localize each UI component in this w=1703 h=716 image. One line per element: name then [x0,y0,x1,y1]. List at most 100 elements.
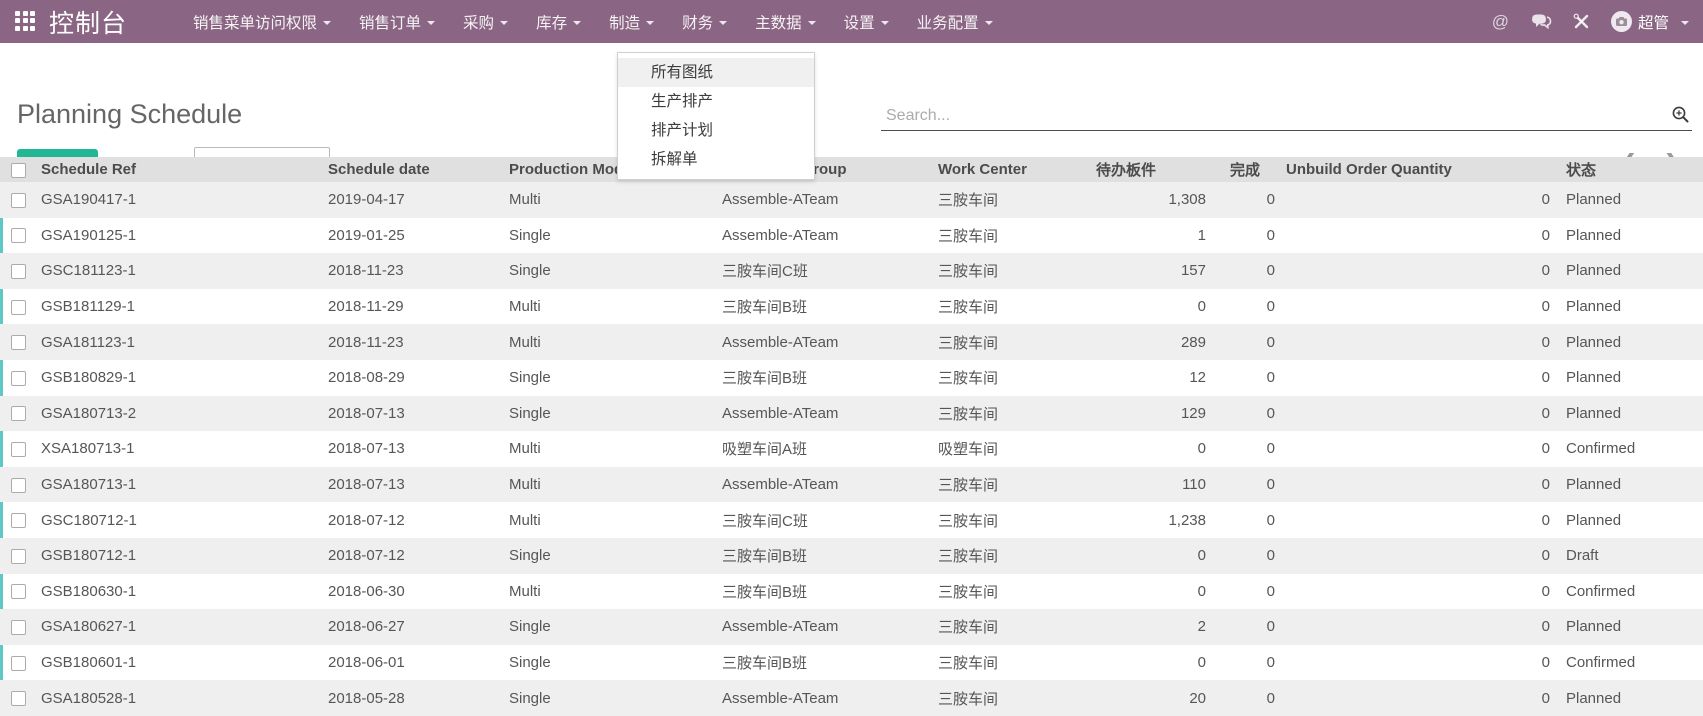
cell-done: 0 [1210,431,1280,467]
cell-production-mode: Single [503,609,716,645]
control-panel: Planning Schedule CREATE IMPORT Schedule… [0,43,1703,157]
cell-work-center: 吸塑车间 [932,431,1090,467]
table-row[interactable]: GSB180829-12018-08-29Single三胺车间B班三胺车间120… [0,360,1703,396]
row-checkbox[interactable] [11,228,26,243]
row-checkbox[interactable] [11,656,26,671]
top-menu-item-8[interactable]: 设置 [844,11,889,33]
brand-title[interactable]: 控制台 [49,4,127,40]
cell-schedule-ref: GSA180713-2 [35,396,322,432]
cell-group: 三胺车间C班 [716,253,932,289]
top-menu-item-7[interactable]: 主数据 [755,11,816,33]
search-view [881,101,1692,131]
top-menu-item-5[interactable]: 制造 [609,11,654,33]
table-row[interactable]: GSB180601-12018-06-01Single三胺车间B班三胺车间000… [0,645,1703,681]
row-checkbox-cell [0,253,35,289]
cell-work-center: 三胺车间 [932,609,1090,645]
dropdown-item-3[interactable]: 排产计划 [618,116,814,145]
table-row[interactable]: XSA180713-12018-07-13Multi吸塑车间A班吸塑车间000C… [0,431,1703,467]
user-menu[interactable]: 超管 [1611,11,1689,33]
table-row[interactable]: GSC180712-12018-07-12Multi三胺车间C班三胺车间1,23… [0,502,1703,538]
row-checkbox-cell [0,538,35,574]
column-header-5[interactable]: Work Center [932,157,1090,182]
row-checkbox-cell [0,218,35,254]
top-menu-item-9[interactable]: 业务配置 [917,11,993,33]
column-header-7[interactable]: 完成 [1210,157,1280,182]
cell-status: Planned [1560,609,1703,645]
select-all-checkbox[interactable] [11,163,26,178]
row-checkbox[interactable] [11,620,26,635]
search-input[interactable] [886,103,1626,129]
row-checkbox-cell [0,680,35,716]
row-checkbox[interactable] [11,335,26,350]
cell-done: 0 [1210,467,1280,503]
table-row[interactable]: GSA180627-12018-06-27SingleAssemble-ATea… [0,609,1703,645]
chevron-down-icon [323,21,331,25]
schedule-table-head-row: Schedule RefSchedule dateProduction Mode… [0,157,1703,182]
row-checkbox[interactable] [11,549,26,564]
cell-production-mode: Multi [503,502,716,538]
cell-work-center: 三胺车间 [932,538,1090,574]
cell-status: Planned [1560,467,1703,503]
row-checkbox-cell [0,609,35,645]
row-checkbox[interactable] [11,300,26,315]
dropdown-item-4[interactable]: 拆解单 [618,145,814,174]
row-checkbox[interactable] [11,406,26,421]
cell-status: Confirmed [1560,645,1703,681]
table-row[interactable]: GSA181123-12018-11-23MultiAssemble-ATeam… [0,324,1703,360]
top-navbar: 控制台 销售菜单访问权限 销售订单 采购 库存 制造 财务 主数据 设置 业务配置 @ [0,0,1703,43]
row-checkbox[interactable] [11,584,26,599]
cell-group: Assemble-ATeam [716,218,932,254]
table-row[interactable]: GSA180713-12018-07-13MultiAssemble-ATeam… [0,467,1703,503]
messages-icon[interactable] [1530,13,1552,30]
row-checkbox[interactable] [11,442,26,457]
cell-unbuild-order-qty: 0 [1280,538,1560,574]
top-menu-item-2[interactable]: 销售订单 [359,11,435,33]
cell-unbuild-order-qty: 0 [1280,502,1560,538]
cell-group: 三胺车间C班 [716,502,932,538]
table-row[interactable]: GSA190125-12019-01-25SingleAssemble-ATea… [0,218,1703,254]
column-header-6[interactable]: 待办板件 [1090,157,1210,182]
row-checkbox-cell [0,502,35,538]
table-row[interactable]: GSA190417-12019-04-17MultiAssemble-ATeam… [0,182,1703,218]
table-row[interactable]: GSB180630-12018-06-30Multi三胺车间B班三胺车间000C… [0,574,1703,610]
row-checkbox[interactable] [11,264,26,279]
dropdown-item-2[interactable]: 生产排产 [618,87,814,116]
cell-done: 0 [1210,680,1280,716]
cell-schedule-date: 2018-11-23 [322,253,503,289]
row-checkbox[interactable] [11,193,26,208]
top-menu-label: 采购 [463,11,494,33]
top-menu-item-1[interactable]: 销售菜单访问权限 [193,11,331,33]
column-header-1[interactable]: Schedule Ref [35,157,322,182]
column-header-8[interactable]: Unbuild Order Quantity [1280,157,1560,182]
cell-group: 三胺车间B班 [716,289,932,325]
top-menu-item-6[interactable]: 财务 [682,11,727,33]
cell-unbuild-order-qty: 0 [1280,645,1560,681]
cell-schedule-ref: GSB180712-1 [35,538,322,574]
table-row[interactable]: GSB181129-12018-11-29Multi三胺车间B班三胺车间000P… [0,289,1703,325]
top-menu-item-3[interactable]: 采购 [463,11,508,33]
table-row[interactable]: GSA180528-12018-05-28SingleAssemble-ATea… [0,680,1703,716]
mentions-icon[interactable]: @ [1492,12,1509,32]
apps-grid-icon[interactable] [15,11,37,33]
row-checkbox[interactable] [11,513,26,528]
row-checkbox[interactable] [11,478,26,493]
column-header-2[interactable]: Schedule date [322,157,503,182]
cell-schedule-ref: XSA180713-1 [35,431,322,467]
manufacturing-dropdown: 所有图纸生产排产排产计划拆解单 [617,52,815,180]
cell-unbuild-order-qty: 0 [1280,360,1560,396]
chevron-down-icon [719,21,727,25]
row-checkbox[interactable] [11,371,26,386]
table-row[interactable]: GSB180712-12018-07-12Single三胺车间B班三胺车间000… [0,538,1703,574]
row-checkbox[interactable] [11,691,26,706]
top-menu-item-4[interactable]: 库存 [536,11,581,33]
table-row[interactable]: GSC181123-12018-11-23Single三胺车间C班三胺车间157… [0,253,1703,289]
column-header-9[interactable]: 状态 [1560,157,1703,182]
user-avatar [1611,11,1632,32]
cell-work-center: 三胺车间 [932,467,1090,503]
cell-done: 0 [1210,396,1280,432]
debug-tools-icon[interactable] [1573,13,1590,30]
cell-status: Planned [1560,680,1703,716]
search-zoom-icon[interactable] [1671,105,1690,129]
dropdown-item-1[interactable]: 所有图纸 [618,58,814,87]
table-row[interactable]: GSA180713-22018-07-13SingleAssemble-ATea… [0,396,1703,432]
